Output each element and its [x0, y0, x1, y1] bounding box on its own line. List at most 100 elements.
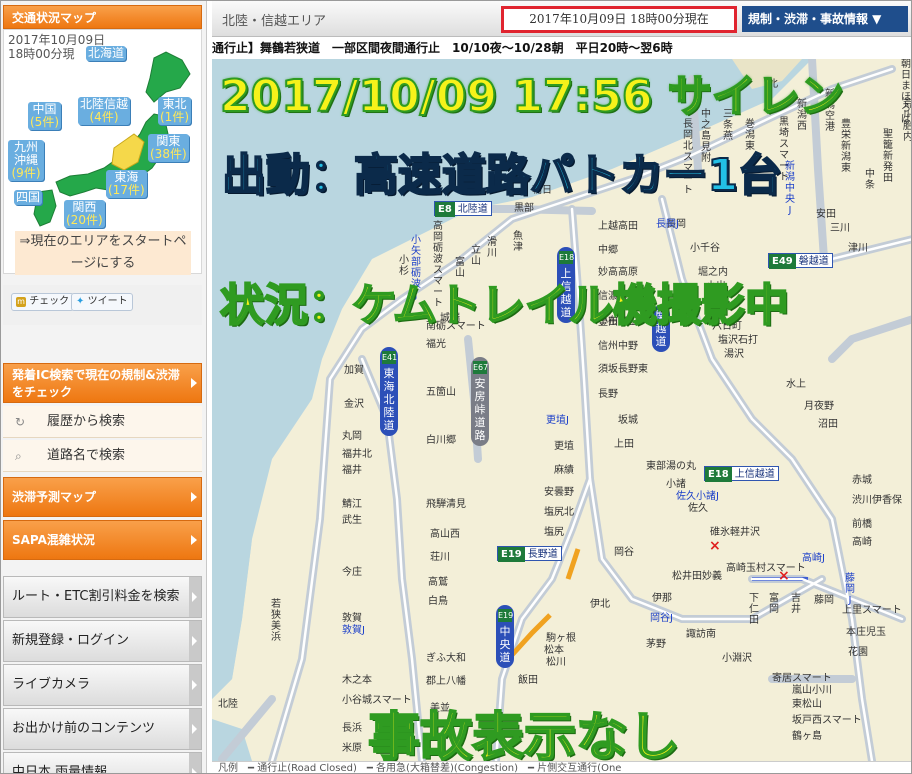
place-label[interactable]: 若狭美浜 — [270, 599, 282, 643]
place-label[interactable]: 北陸 — [218, 699, 238, 710]
place-label[interactable]: 岡谷J — [650, 613, 673, 624]
place-label[interactable]: 魚津 — [512, 231, 524, 253]
place-label[interactable]: 寄居スマート — [772, 673, 832, 684]
jam-forecast-button[interactable]: 渋滞予測マップ — [3, 477, 202, 517]
place-label[interactable]: 更埴 — [554, 441, 574, 452]
region-tohoku[interactable]: 東北 (1件) — [158, 97, 191, 125]
place-label[interactable]: 塩沢石打 — [718, 335, 758, 346]
place-label[interactable]: 麻績 — [554, 465, 574, 476]
place-label[interactable]: 塩尻 — [544, 527, 564, 538]
place-label[interactable]: 朝日まほろば — [900, 59, 911, 125]
place-label[interactable]: 中条 — [864, 169, 876, 191]
place-label[interactable]: 米原 — [342, 743, 362, 754]
place-label[interactable]: 聖籠新発田 — [882, 129, 894, 184]
place-label[interactable]: 郡上八幡 — [426, 676, 466, 687]
place-label[interactable]: 湯沢 — [724, 349, 744, 360]
place-label[interactable]: 松井田妙義 — [672, 571, 722, 582]
register-login-button[interactable]: 新規登録・ログイン — [3, 620, 202, 662]
place-label[interactable]: 伊那 — [652, 593, 672, 604]
place-label[interactable]: 敦賀J — [342, 625, 365, 636]
place-label[interactable]: 上越高田 — [598, 221, 638, 232]
road-badge-nagano[interactable]: E19 長野道 — [497, 546, 562, 562]
ic-search-button[interactable]: 発着IC検索で現在の規制&渋滞をチェック — [3, 363, 202, 403]
place-label[interactable]: 東松山 — [792, 699, 822, 710]
place-label[interactable]: 坂城 — [618, 415, 638, 426]
place-label[interactable]: 水上 — [786, 379, 806, 390]
place-label[interactable]: 藤岡J — [844, 573, 856, 606]
place-label[interactable]: 津川 — [848, 243, 868, 254]
place-label[interactable]: 高山西 — [430, 529, 460, 540]
place-label[interactable]: 小千谷 — [690, 243, 720, 254]
place-label[interactable]: 吉井 — [790, 593, 802, 615]
incident-marker[interactable]: × — [778, 569, 790, 583]
place-label[interactable]: 赤城 — [852, 475, 872, 486]
place-label[interactable]: 長岡J — [656, 219, 679, 230]
place-label[interactable]: 加賀 — [344, 365, 364, 376]
place-label[interactable]: 小淵沢 — [722, 653, 752, 664]
place-label[interactable]: 佐久 — [688, 503, 708, 514]
road-badge-banetsu[interactable]: E49 磐越道 — [768, 253, 833, 269]
place-label[interactable]: 高崎 — [852, 537, 872, 548]
place-label[interactable]: 前橋 — [852, 519, 872, 530]
rainfall-info-button[interactable]: 中日本 雨量情報 — [3, 752, 202, 773]
place-label[interactable]: 福井 — [342, 465, 362, 476]
place-label[interactable]: 五箇山 — [426, 387, 456, 398]
place-label[interactable]: 塩尻北 — [544, 507, 574, 518]
place-label[interactable]: 鶴ヶ島 — [792, 731, 822, 742]
incident-marker[interactable]: × — [709, 539, 721, 553]
place-label[interactable]: 上里スマート — [842, 605, 902, 616]
place-label[interactable]: 渋川伊香保 — [852, 495, 902, 506]
place-label[interactable]: 豊栄新潟東 — [840, 119, 852, 174]
place-label[interactable]: 黒部 — [514, 203, 534, 214]
place-label[interactable]: 立山 — [470, 245, 482, 267]
place-label[interactable]: 高鷲 — [428, 577, 448, 588]
place-label[interactable]: 更埴J — [546, 415, 569, 426]
place-label[interactable]: 福光 — [426, 339, 446, 350]
place-label[interactable]: 福井北 — [342, 449, 372, 460]
place-label[interactable]: 伊北 — [590, 599, 610, 610]
place-label[interactable]: 諏訪南 — [686, 629, 716, 640]
place-label[interactable]: 安田 — [816, 209, 836, 220]
place-label[interactable]: 荘川 — [430, 552, 450, 563]
road-badge-hokuriku[interactable]: E8 北陸道 — [434, 201, 492, 217]
place-label[interactable]: 滑川 — [486, 237, 498, 259]
region-hokuriku-shinetsu[interactable]: 北陸信越 (4件) — [78, 97, 131, 125]
place-label[interactable]: 金沢 — [344, 399, 364, 410]
place-label[interactable]: 藤岡 — [814, 595, 834, 606]
place-label[interactable]: 木之本 — [342, 675, 372, 686]
route-etc-search-button[interactable]: ルート・ETC割引料金を検索 — [3, 576, 202, 618]
region-kanto[interactable]: 関東 (38件) — [148, 134, 189, 162]
sapa-status-button[interactable]: SAPA混雑状況 — [3, 520, 202, 560]
place-label[interactable]: 東部湯の丸 — [646, 461, 696, 472]
regulation-info-dropdown[interactable]: 規制・渋滞・事故情報 ▼ — [742, 6, 908, 32]
place-label[interactable]: 須坂長野東 — [598, 364, 648, 375]
pre-trip-contents-button[interactable]: お出かけ前のコンテンツ — [3, 708, 202, 750]
place-label[interactable]: 白鳥 — [428, 596, 448, 607]
region-chugoku[interactable]: 中国 (5件) — [28, 102, 61, 130]
place-label[interactable]: 高崎玉村スマート — [726, 563, 806, 574]
place-label[interactable]: 鯖江 — [342, 499, 362, 510]
place-label[interactable]: 茅野 — [646, 639, 666, 650]
place-label[interactable]: 駒ヶ根 — [546, 633, 576, 644]
place-label[interactable]: 沼田 — [818, 419, 838, 430]
traffic-map[interactable]: E8 北陸道 E18 上信越道 E49 磐越道 E19 長野道 E41 東海北陸道 E6… — [212, 59, 911, 761]
region-shikoku[interactable]: 四国 — [14, 190, 43, 205]
tweet-button[interactable]: ✦ ツイート — [71, 293, 133, 311]
place-label[interactable]: 飛騨清見 — [426, 499, 466, 510]
place-label[interactable]: 本庄児玉 — [846, 627, 886, 638]
place-label[interactable]: 三川 — [830, 223, 850, 234]
place-label[interactable]: 花園 — [848, 647, 868, 658]
place-label[interactable]: 信州中野 — [598, 341, 638, 352]
place-label[interactable]: 今庄 — [342, 567, 362, 578]
place-label[interactable]: 安曇野 — [544, 487, 574, 498]
notice-ticker[interactable]: 通行止】舞鶴若狭道 一部区間夜間通行止 10/10夜〜10/28朝 平日20時〜… — [212, 37, 911, 59]
place-label[interactable]: 丸岡 — [342, 431, 362, 442]
region-kyushu-okinawa[interactable]: 九州沖縄 (9件) — [8, 140, 44, 181]
place-label[interactable]: 坂戸西スマート — [792, 715, 862, 726]
place-label[interactable]: 松本 — [544, 645, 564, 656]
place-label[interactable]: 武生 — [342, 515, 362, 526]
place-label[interactable]: 嵐山小川 — [792, 685, 832, 696]
place-label[interactable]: 長浜 — [342, 723, 362, 734]
road-badge-abo-toge[interactable]: E67 安房峠道路 — [471, 357, 489, 446]
road-badge-chuo[interactable]: E19 中央道 — [496, 605, 514, 668]
